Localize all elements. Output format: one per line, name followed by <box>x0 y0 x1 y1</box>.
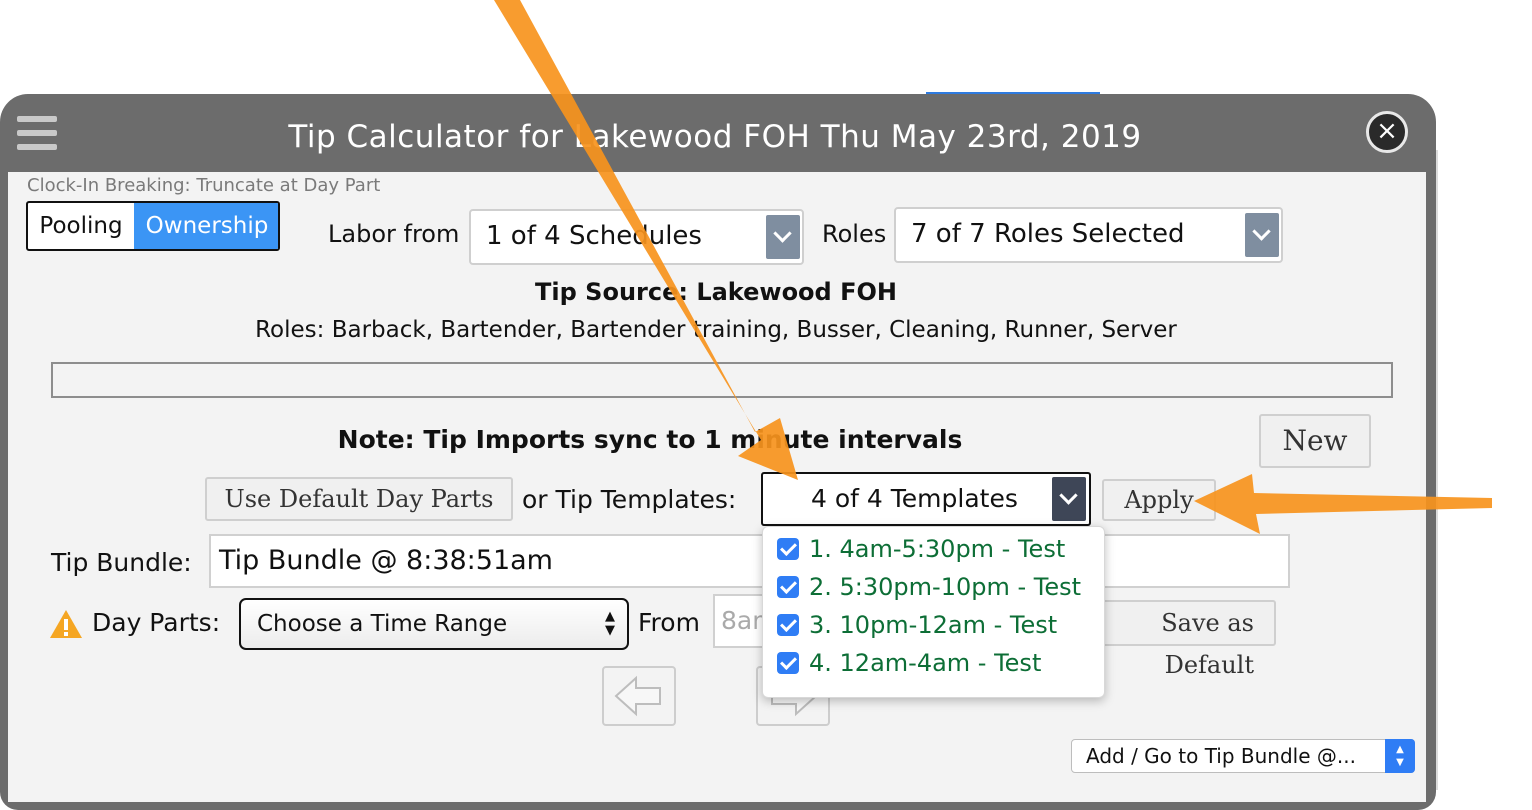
roles-list-text: Roles: Barback, Bartender, Bartender tra… <box>255 317 1177 343</box>
checkbox-checked-icon[interactable] <box>777 614 799 636</box>
save-as-default-button[interactable]: Save as Default <box>1086 600 1276 679</box>
tip-templates-dropdown: 1. 4am-5:30pm - Test 2. 5:30pm-10pm - Te… <box>762 526 1105 698</box>
tip-templates-label: or Tip Templates: <box>522 485 737 514</box>
pooling-button[interactable]: Pooling <box>28 203 134 249</box>
checkbox-checked-icon[interactable] <box>777 652 799 674</box>
clock-in-breaking-note: Clock-In Breaking: Truncate at Day Part <box>27 175 381 196</box>
ownership-button[interactable]: Ownership <box>134 203 278 249</box>
new-button[interactable]: New <box>1259 414 1371 468</box>
use-default-day-parts-button[interactable]: Use Default Day Parts <box>205 477 513 521</box>
left-arrow-icon <box>614 675 661 717</box>
labor-schedule-value: 1 of 4 Schedules <box>486 221 702 251</box>
timeline-bar <box>51 362 1393 398</box>
template-option[interactable]: 4. 12am-4am - Test <box>777 644 1041 682</box>
labor-schedule-select[interactable]: 1 of 4 Schedules <box>469 209 804 265</box>
checkbox-checked-icon[interactable] <box>777 576 799 598</box>
roles-label: Roles <box>822 220 887 248</box>
template-option[interactable]: 1. 4am-5:30pm - Test <box>777 530 1065 568</box>
go-to-tip-bundle-value: Add / Go to Tip Bundle @... <box>1086 744 1356 768</box>
hamburger-menu-icon[interactable] <box>17 116 57 150</box>
tip-templates-value: 4 of 4 Templates <box>811 484 1018 513</box>
apply-button[interactable]: Apply <box>1102 479 1216 521</box>
roles-value: 7 of 7 Roles Selected <box>911 219 1185 249</box>
up-down-arrows-icon: ▲ ▼ <box>1385 739 1415 773</box>
close-icon[interactable]: × <box>1366 111 1408 153</box>
background-page-edge <box>1436 150 1438 790</box>
chevron-down-icon <box>766 215 800 259</box>
up-down-arrows-icon: ▲ ▼ <box>605 609 615 638</box>
pooling-ownership-toggle: Pooling Ownership <box>26 201 280 251</box>
from-label: From <box>638 608 700 637</box>
chevron-down-icon <box>1245 213 1279 257</box>
tip-bundle-input[interactable]: Tip Bundle @ 8:38:51am <box>209 534 1290 588</box>
chevron-down-icon <box>1052 477 1086 521</box>
checkbox-checked-icon[interactable] <box>777 538 799 560</box>
warning-icon <box>50 610 82 638</box>
labor-from-label: Labor from <box>328 220 460 248</box>
tip-source-heading: Tip Source: Lakewood FOH <box>535 278 897 306</box>
tip-bundle-label: Tip Bundle: <box>51 548 192 577</box>
day-parts-select[interactable]: Choose a Time Range ▲ ▼ <box>239 598 629 650</box>
template-option[interactable]: 2. 5:30pm-10pm - Test <box>777 568 1081 606</box>
template-option[interactable]: 3. 10pm-12am - Test <box>777 606 1057 644</box>
tip-imports-note: Note: Tip Imports sync to 1 minute inter… <box>337 425 963 454</box>
modal-title: Tip Calculator for Lakewood FOH Thu May … <box>288 119 1142 155</box>
tip-templates-select[interactable]: 4 of 4 Templates <box>761 472 1091 526</box>
day-parts-label: Day Parts: <box>92 608 221 637</box>
go-to-tip-bundle-select[interactable]: Add / Go to Tip Bundle @... ▲ ▼ <box>1071 739 1415 773</box>
previous-arrow-button[interactable] <box>602 666 676 726</box>
roles-select[interactable]: 7 of 7 Roles Selected <box>894 207 1283 263</box>
day-parts-value: Choose a Time Range <box>257 611 508 637</box>
